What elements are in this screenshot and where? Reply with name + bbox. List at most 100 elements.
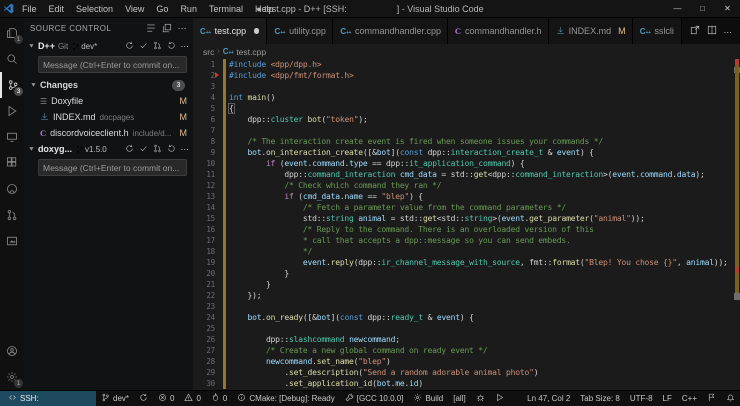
- repo-header-d-[interactable]: ▼D++Gitdev*⋯: [24, 38, 193, 54]
- breadcrumb-folder[interactable]: src: [203, 47, 214, 57]
- flame-count-item[interactable]: 0: [206, 391, 232, 406]
- code-line[interactable]: 15 std::string animal = std::get<std::st…: [193, 213, 740, 224]
- code-line[interactable]: 29 .set_description("Send a random adora…: [193, 367, 740, 378]
- code-line[interactable]: 18 */: [193, 246, 740, 257]
- pull-request-icon[interactable]: [153, 144, 162, 155]
- source-control-icon[interactable]: 3: [0, 72, 24, 98]
- code-line[interactable]: 26 dpp::slashcommand newcommand;: [193, 334, 740, 345]
- more-actions-icon[interactable]: ⋯: [181, 41, 190, 52]
- code-line[interactable]: 27 /* Create a new global command on rea…: [193, 345, 740, 356]
- menu-edit[interactable]: Edit: [43, 4, 71, 14]
- tab-utility-cpp[interactable]: C++utility.cpp: [267, 18, 333, 44]
- collapse-all-icon[interactable]: [162, 23, 172, 33]
- breadcrumb[interactable]: src › C++ test.cpp: [193, 44, 740, 59]
- menu-run[interactable]: Run: [174, 4, 203, 14]
- refresh-icon[interactable]: [167, 41, 176, 52]
- cursor-position-item[interactable]: Ln 47, Col 2: [522, 391, 575, 406]
- minimize-button[interactable]: —: [665, 0, 690, 17]
- code-line[interactable]: 8 /* The interaction create event is fir…: [193, 136, 740, 147]
- notifications-bell[interactable]: [721, 391, 740, 406]
- tab-commandhandler-h[interactable]: Ccommandhandler.h: [448, 18, 549, 44]
- split-editor-icon[interactable]: [707, 22, 717, 40]
- scm-file-row[interactable]: Cdiscordvoiceclient.hinclude/d...M: [24, 125, 193, 141]
- code-line[interactable]: 14 /* Fetch a parameter value from the c…: [193, 202, 740, 213]
- github-icon[interactable]: [0, 176, 24, 202]
- panel-preview-icon[interactable]: [0, 228, 24, 254]
- code-line[interactable]: 28 newcommand.set_name("blep"): [193, 356, 740, 367]
- code-line[interactable]: 21 }: [193, 279, 740, 290]
- code-line[interactable]: 20 }: [193, 268, 740, 279]
- cmake-kit-item[interactable]: [GCC 10.0.0]: [340, 391, 409, 406]
- code-line[interactable]: 17 * call that accepts a dpp::message so…: [193, 235, 740, 246]
- scm-file-row[interactable]: ☰DoxyfileM: [24, 93, 193, 109]
- language-mode-item[interactable]: C++: [677, 391, 702, 406]
- code-line[interactable]: 5{: [193, 103, 740, 114]
- code-line[interactable]: 19 event.reply(dpp::ir_channel_message_w…: [193, 257, 740, 268]
- more-actions-icon[interactable]: ⋯: [181, 144, 190, 155]
- eol-item[interactable]: LF: [658, 391, 677, 406]
- warnings-item[interactable]: 0: [179, 391, 205, 406]
- code-line[interactable]: 13 if (cmd_data.name == "blep") {: [193, 191, 740, 202]
- commit-check-icon[interactable]: [139, 41, 148, 52]
- menu-help[interactable]: Help: [249, 4, 280, 14]
- code-line[interactable]: 12 /* Check which command they ran */: [193, 180, 740, 191]
- remote-explorer-icon[interactable]: [0, 124, 24, 150]
- code-line[interactable]: 2#include <dpp/fmt/format.h>: [193, 70, 740, 81]
- commit-message-input[interactable]: [38, 56, 187, 73]
- repo-header-doxyg-[interactable]: ▼doxyg...v1.5.0⋯: [24, 141, 193, 157]
- cmake-build-button[interactable]: Build: [408, 391, 448, 406]
- indentation-item[interactable]: Tab Size: 8: [575, 391, 625, 406]
- tab-index-md[interactable]: INDEX.mdM: [549, 18, 633, 44]
- git-sync-item[interactable]: [134, 391, 153, 406]
- code-line[interactable]: 3: [193, 81, 740, 92]
- tab-commandhandler-cpp[interactable]: C++commandhandler.cpp: [333, 18, 448, 44]
- code-line[interactable]: 1#include <dpp/dpp.h>: [193, 59, 740, 70]
- code-line[interactable]: 22 });: [193, 290, 740, 301]
- code-line[interactable]: 9 bot.on_interaction_create([&bot](const…: [193, 147, 740, 158]
- repo-branch[interactable]: v1.5.0: [75, 145, 107, 154]
- changes-section-header[interactable]: ▼Changes3: [24, 77, 193, 93]
- unsaved-dot-icon[interactable]: [254, 28, 259, 34]
- code-line[interactable]: 7: [193, 125, 740, 136]
- code-line[interactable]: 6 dpp::cluster bot("token");: [193, 114, 740, 125]
- sync-icon[interactable]: [125, 144, 134, 155]
- code-line[interactable]: 23: [193, 301, 740, 312]
- pull-request-icon[interactable]: [153, 41, 162, 52]
- tab-test-cpp[interactable]: C++test.cpp: [193, 18, 267, 44]
- breadcrumb-file[interactable]: test.cpp: [236, 47, 266, 57]
- tab-sslcli[interactable]: C++sslcli: [633, 18, 682, 44]
- pull-requests-icon[interactable]: [0, 202, 24, 228]
- git-branch-item[interactable]: dev*: [96, 391, 134, 406]
- cmake-target-item[interactable]: [all]: [448, 391, 470, 406]
- code-line[interactable]: 25: [193, 323, 740, 334]
- run-debug-icon[interactable]: [0, 98, 24, 124]
- cmake-status-item[interactable]: CMake: [Debug]: Ready: [232, 391, 339, 406]
- code-line[interactable]: 4int main(): [193, 92, 740, 103]
- code-line[interactable]: 11 dpp::command_interaction cmd_data = s…: [193, 169, 740, 180]
- menu-selection[interactable]: Selection: [70, 4, 119, 14]
- maximize-button[interactable]: □: [690, 0, 715, 17]
- sync-icon[interactable]: [125, 41, 134, 52]
- view-tree-icon[interactable]: [146, 23, 156, 33]
- code-line[interactable]: 24 bot.on_ready([&bot](const dpp::ready_…: [193, 312, 740, 323]
- code-line[interactable]: 16 /* Reply to the command. There is an …: [193, 224, 740, 235]
- overview-ruler[interactable]: [734, 59, 740, 390]
- search-icon[interactable]: [0, 46, 24, 72]
- refresh-icon[interactable]: [167, 144, 176, 155]
- code-line[interactable]: 30 .set_application_id(bot.me.id): [193, 378, 740, 389]
- more-actions-icon[interactable]: ⋯: [724, 22, 733, 40]
- settings-gear-icon[interactable]: 1: [0, 364, 24, 390]
- errors-item[interactable]: 0: [153, 391, 179, 406]
- cmake-debug-button[interactable]: [471, 391, 490, 406]
- commit-message-input[interactable]: [38, 159, 187, 176]
- remote-ssh-indicator[interactable]: SSH:: [0, 391, 96, 406]
- code-editor[interactable]: 1#include <dpp/dpp.h>2#include <dpp/fmt/…: [193, 59, 740, 390]
- cmake-launch-button[interactable]: [490, 391, 509, 406]
- close-button[interactable]: ✕: [715, 0, 740, 17]
- menu-go[interactable]: Go: [150, 4, 174, 14]
- menu-file[interactable]: File: [16, 4, 43, 14]
- extensions-icon[interactable]: [0, 150, 24, 176]
- account-icon[interactable]: [0, 338, 24, 364]
- repo-branch[interactable]: dev*: [71, 42, 97, 51]
- code-line[interactable]: 10 if (event.command.type == dpp::it_app…: [193, 158, 740, 169]
